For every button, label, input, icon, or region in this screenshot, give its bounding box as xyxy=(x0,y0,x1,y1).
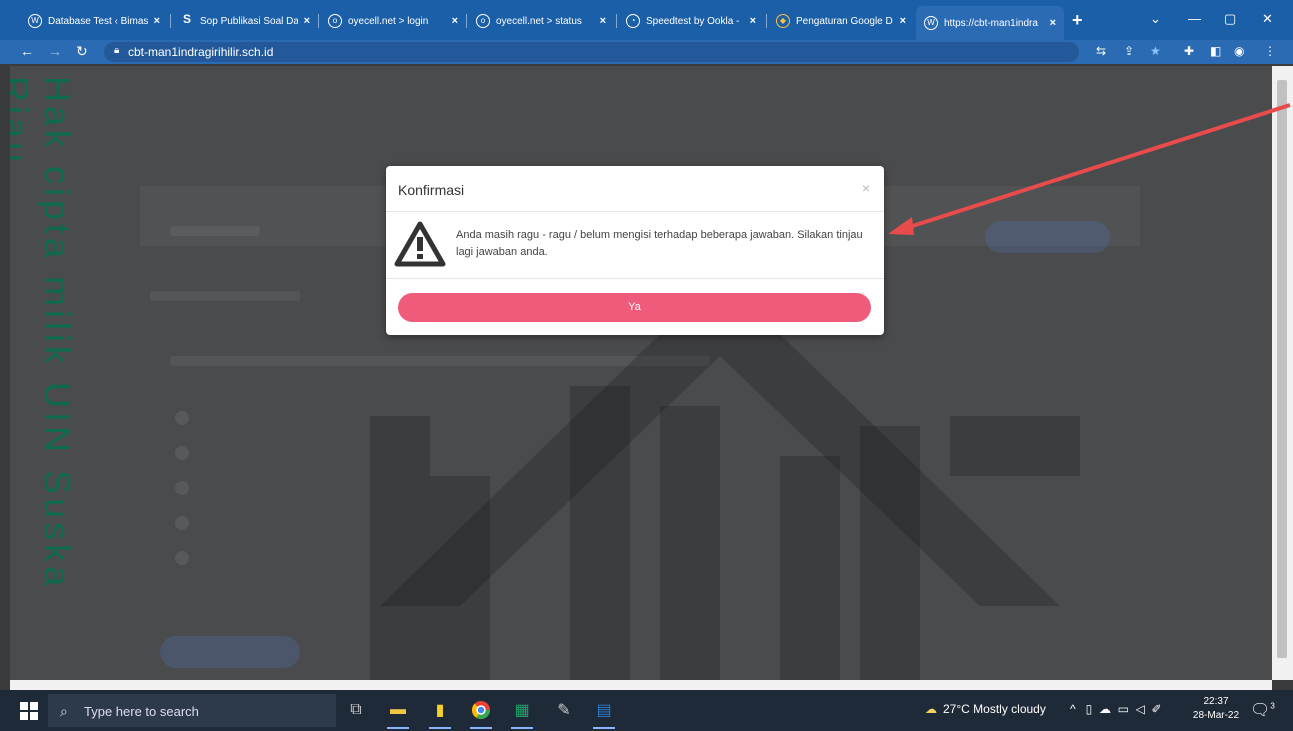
minimize-button[interactable]: — xyxy=(1188,11,1201,26)
translate-icon[interactable]: ⇆ xyxy=(1096,44,1106,58)
bookmark-star-icon[interactable]: ★ xyxy=(1150,44,1161,58)
sticky-notes-icon[interactable]: ▮ xyxy=(426,697,454,729)
ghost-button xyxy=(160,636,300,668)
taskbar-clock[interactable]: 22:37 28-Mar-22 xyxy=(1188,695,1244,723)
close-icon[interactable]: × xyxy=(862,180,870,196)
windows-taskbar: ⌕ Type here to search ⧉ ▬ ▮ ▦ ✎ ▤ ☁ 27°C… xyxy=(0,690,1293,731)
tab-database-test[interactable]: W Database Test ‹ Bimas × xyxy=(20,8,168,34)
wordpress-icon: W xyxy=(28,14,42,28)
modal-message: Anda masih ragu - ragu / belum mengisi t… xyxy=(456,229,863,258)
close-tab-icon[interactable]: × xyxy=(154,15,160,27)
reload-button[interactable]: ↻ xyxy=(76,43,88,60)
browser-toolbar: ← → ↻ 🔒︎ cbt-man1indragirihilir.sch.id ⇆… xyxy=(0,40,1293,64)
back-button[interactable]: ← xyxy=(20,43,34,59)
menu-kebab-icon[interactable]: ⋮ xyxy=(1264,44,1276,58)
tab-oyecell-status[interactable]: o oyecell.net > status × xyxy=(468,8,614,34)
word-icon[interactable]: ▤ xyxy=(590,697,618,729)
search-icon: ⌕ xyxy=(60,703,68,719)
lock-icon: 🔒︎ xyxy=(114,45,120,56)
cloud-sun-icon: ☁ xyxy=(925,702,937,716)
tab-oyecell-login[interactable]: o oyecell.net > login × xyxy=(320,8,466,34)
close-tab-icon[interactable]: × xyxy=(452,15,458,27)
chevron-up-icon[interactable]: ^ xyxy=(1070,702,1076,716)
maximize-button[interactable]: ▢ xyxy=(1224,11,1236,27)
ghost-option xyxy=(175,551,189,565)
weather-widget[interactable]: ☁ 27°C Mostly cloudy xyxy=(925,702,1046,716)
excel-icon[interactable]: ▦ xyxy=(508,697,536,729)
tab-sop-publikasi[interactable]: S Sop Publikasi Soal Da × xyxy=(172,8,318,34)
task-view-icon[interactable]: ⧉ xyxy=(342,697,370,723)
notification-icon[interactable]: 🗨︎3 xyxy=(1250,700,1275,720)
ghost-option xyxy=(175,411,189,425)
tab-speedtest[interactable]: ◔ Speedtest by Ookla - × xyxy=(618,8,764,34)
browser-tab-bar: W Database Test ‹ Bimas × S Sop Publikas… xyxy=(0,0,1293,40)
confirmation-modal: Konfirmasi × Anda masih ragu - ragu / be… xyxy=(386,166,884,335)
oyecell-icon: o xyxy=(328,14,342,28)
modal-header: Konfirmasi × xyxy=(386,166,884,212)
ghost-option xyxy=(175,516,189,530)
meet-now-icon[interactable]: ▯ xyxy=(1086,702,1093,716)
ghost-option xyxy=(175,481,189,495)
ghost-line xyxy=(170,226,260,236)
onedrive-icon[interactable]: ☁ xyxy=(1099,702,1111,716)
horizontal-scrollbar[interactable] xyxy=(10,680,1272,690)
extensions-icon[interactable]: ✚ xyxy=(1184,44,1194,58)
file-explorer-icon[interactable]: ▬ xyxy=(384,697,412,729)
watermark-text: Hak cipta milik UIN Suska Riau xyxy=(10,76,78,591)
network-icon[interactable]: ▭ xyxy=(1118,702,1129,716)
taskbar-search-input[interactable]: ⌕ Type here to search xyxy=(48,694,336,727)
red-arrow-annotation xyxy=(880,95,1293,250)
ghost-line xyxy=(150,291,300,301)
s-logo-icon: S xyxy=(182,12,191,26)
tab-pengaturan-google[interactable]: ◆ Pengaturan Google D × xyxy=(768,8,914,34)
close-tab-icon[interactable]: × xyxy=(304,15,310,27)
forward-button[interactable]: → xyxy=(48,43,62,59)
profile-avatar[interactable]: ◉ xyxy=(1234,44,1244,58)
close-window-button[interactable]: ✕ xyxy=(1262,11,1273,27)
ghost-option xyxy=(175,446,189,460)
oyecell-icon: o xyxy=(476,14,490,28)
google-drive-icon: ◆ xyxy=(776,14,790,28)
new-tab-button[interactable]: + xyxy=(1072,10,1083,31)
share-icon[interactable]: ⇪ xyxy=(1124,44,1134,58)
modal-title: Konfirmasi xyxy=(398,182,465,198)
close-tab-icon[interactable]: × xyxy=(1050,17,1056,29)
volume-icon[interactable]: ◁ xyxy=(1136,702,1145,716)
pen-icon[interactable]: ✐ xyxy=(1152,702,1162,716)
warning-icon xyxy=(394,221,446,272)
close-tab-icon[interactable]: × xyxy=(600,15,606,27)
system-tray[interactable]: ^ ▯ ☁ ▭ ◁ ✐ xyxy=(1070,702,1162,716)
chrome-icon[interactable] xyxy=(467,697,495,729)
wordpress-icon: W xyxy=(924,16,938,30)
close-tab-icon[interactable]: × xyxy=(750,15,756,27)
windows-start-icon[interactable] xyxy=(20,702,38,720)
tab-search-icon[interactable]: ⌄ xyxy=(1150,11,1161,27)
close-tab-icon[interactable]: × xyxy=(900,15,906,27)
confirm-yes-button[interactable]: Ya xyxy=(398,293,871,322)
tab-cbt-man1[interactable]: W https://cbt-man1indra × xyxy=(916,6,1064,40)
address-bar[interactable]: 🔒︎ cbt-man1indragirihilir.sch.id xyxy=(104,42,1079,62)
modal-body: Anda masih ragu - ragu / belum mengisi t… xyxy=(386,213,884,279)
speedtest-icon: ◔ xyxy=(626,14,640,28)
paint-icon[interactable]: ✎ xyxy=(550,697,578,723)
side-panel-icon[interactable]: ◧ xyxy=(1210,44,1221,58)
